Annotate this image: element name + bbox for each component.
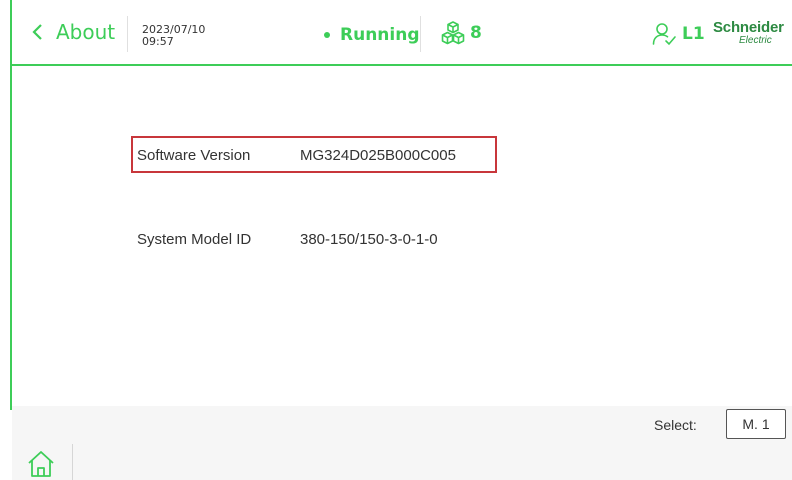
brand-name: Schneider [713,19,784,36]
back-button[interactable]: About [12,0,124,64]
user-level: L1 [682,24,705,44]
software-version-label: Software Version [137,147,251,164]
back-label: About [56,20,116,44]
header-divider [10,64,792,66]
status-indicator: Running [324,25,420,45]
top-bar: About 2023/07/10 09:57 Running 8 L1 Schn… [12,0,792,64]
divider [420,16,421,52]
user-indicator[interactable]: L1 [652,22,705,46]
system-model-value: 380-150/150-3-0-1-0 [300,231,438,248]
brand-logo: Schneider Electric [713,19,792,53]
chevron-left-icon [32,24,42,40]
home-icon[interactable] [26,448,56,480]
select-label: Select: [654,417,697,433]
module-select[interactable]: M. 1 [726,409,786,439]
time-text: 09:57 [142,35,174,48]
module-select-value: M. 1 [742,416,770,432]
brand-subname: Electric [739,35,772,46]
system-model-label: System Model ID [137,231,252,248]
divider [127,16,128,52]
user-check-icon [652,23,676,46]
datetime: 2023/07/10 09:57 [142,24,205,48]
status-text: Running [340,25,420,45]
modules-count: 8 [470,23,482,43]
modules-cubes-icon [441,21,465,45]
status-dot-icon [324,32,330,38]
divider [72,444,73,480]
modules-indicator[interactable]: 8 [440,20,482,46]
software-version-value: MG324D025B000C005 [300,147,456,164]
